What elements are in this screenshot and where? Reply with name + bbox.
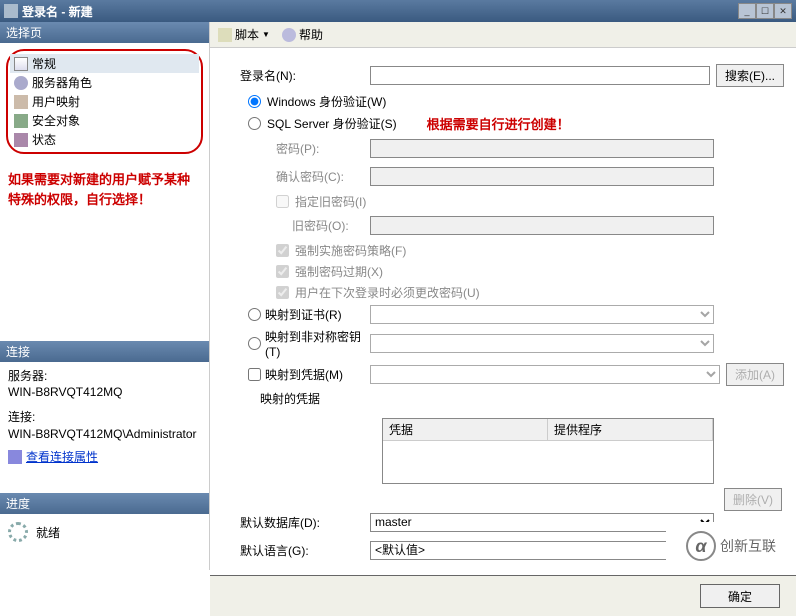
toolbar: 脚本 ▼ 帮助 bbox=[210, 22, 796, 48]
right-panel: 脚本 ▼ 帮助 登录名(N): 搜索(E)... Windows 身份验证(W)… bbox=[210, 22, 796, 570]
confirm-password-input bbox=[370, 167, 714, 186]
sidebar-annotation-note: 如果需要对新建的用户赋予某种特殊的权限，自行选择！ bbox=[0, 160, 209, 219]
auth-sql-radio[interactable] bbox=[248, 117, 261, 130]
help-icon bbox=[282, 28, 296, 42]
db-icon bbox=[8, 450, 22, 464]
map-credential-select bbox=[370, 365, 720, 384]
window-title: 登录名 - 新建 bbox=[22, 3, 93, 20]
mapped-credentials-list[interactable]: 凭据 提供程序 bbox=[382, 418, 714, 484]
sidebar-item-label: 状态 bbox=[32, 131, 56, 148]
provider-column-header: 提供程序 bbox=[548, 419, 713, 440]
enforce-expiration-checkbox bbox=[276, 265, 289, 278]
watermark: α 创新互联 bbox=[666, 522, 796, 570]
enforce-policy-checkbox bbox=[276, 244, 289, 257]
dialog-button-bar: 确定 bbox=[210, 575, 796, 616]
connection-label: 连接: bbox=[8, 409, 201, 426]
confirm-password-label: 确认密码(C): bbox=[230, 168, 370, 185]
left-panel: 选择页 常规 服务器角色 用户映射 安全对象 bbox=[0, 22, 210, 570]
map-certificate-select bbox=[370, 305, 714, 324]
sidebar-item-label: 用户映射 bbox=[32, 93, 80, 110]
delete-credential-button: 删除(V) bbox=[724, 488, 782, 511]
script-label: 脚本 bbox=[235, 26, 259, 43]
must-change-password-checkbox bbox=[276, 286, 289, 299]
state-icon bbox=[14, 133, 28, 147]
help-label: 帮助 bbox=[299, 26, 323, 43]
connection-info: 服务器: WIN-B8RVQT412MQ 连接: WIN-B8RVQT412MQ… bbox=[0, 362, 209, 475]
gear-icon bbox=[14, 76, 28, 90]
must-change-password-label: 用户在下次登录时必须更改密码(U) bbox=[295, 284, 480, 301]
form-annotation-note: 根据需要自行进行创建！ bbox=[427, 114, 570, 133]
watermark-logo-icon: α bbox=[686, 531, 716, 561]
connection-value: WIN-B8RVQT412MQ\Administrator bbox=[8, 426, 201, 443]
map-asymmetric-key-select bbox=[370, 334, 714, 353]
default-language-select[interactable]: <默认值> bbox=[370, 541, 714, 560]
server-label: 服务器: bbox=[8, 368, 201, 385]
window-controls: _ ☐ ✕ bbox=[738, 3, 792, 19]
sidebar-item-user-mapping[interactable]: 用户映射 bbox=[10, 92, 199, 111]
old-password-input bbox=[370, 216, 714, 235]
add-credential-button: 添加(A) bbox=[726, 363, 784, 386]
form-area: 登录名(N): 搜索(E)... Windows 身份验证(W) SQL Ser… bbox=[210, 48, 796, 575]
user-icon bbox=[14, 95, 28, 109]
server-value: WIN-B8RVQT412MQ bbox=[8, 384, 201, 401]
enforce-expiration-label: 强制密码过期(X) bbox=[295, 263, 383, 280]
sidebar-item-status[interactable]: 状态 bbox=[10, 130, 199, 149]
login-name-label: 登录名(N): bbox=[230, 67, 370, 84]
map-certificate-radio[interactable] bbox=[248, 308, 261, 321]
map-asymmetric-key-radio[interactable] bbox=[248, 337, 261, 350]
password-input bbox=[370, 139, 714, 158]
default-language-label: 默认语言(G): bbox=[230, 542, 370, 559]
specify-old-password-label: 指定旧密码(I) bbox=[295, 193, 366, 210]
search-button[interactable]: 搜索(E)... bbox=[716, 64, 784, 87]
window-titlebar: 登录名 - 新建 _ ☐ ✕ bbox=[0, 0, 796, 22]
old-password-label: 旧密码(O): bbox=[230, 217, 370, 234]
sidebar-item-server-roles[interactable]: 服务器角色 bbox=[10, 73, 199, 92]
map-credential-checkbox[interactable] bbox=[248, 368, 261, 381]
sidebar-item-label: 安全对象 bbox=[32, 112, 80, 129]
auth-windows-label: Windows 身份验证(W) bbox=[267, 93, 386, 110]
connection-header: 连接 bbox=[0, 341, 209, 362]
auth-sql-label: SQL Server 身份验证(S) bbox=[267, 115, 397, 132]
credential-column-header: 凭据 bbox=[383, 419, 548, 440]
enforce-policy-label: 强制实施密码策略(F) bbox=[295, 242, 406, 259]
default-database-label: 默认数据库(D): bbox=[230, 514, 370, 531]
sidebar-item-label: 常规 bbox=[32, 55, 56, 72]
map-certificate-label: 映射到证书(R) bbox=[265, 306, 342, 323]
maximize-button[interactable]: ☐ bbox=[756, 3, 774, 19]
chevron-down-icon: ▼ bbox=[262, 30, 270, 39]
view-connection-properties-link[interactable]: 查看连接属性 bbox=[8, 449, 98, 466]
sidebar-item-general[interactable]: 常规 bbox=[10, 54, 199, 73]
watermark-text: 创新互联 bbox=[720, 536, 776, 556]
auth-windows-radio[interactable] bbox=[248, 95, 261, 108]
view-connection-label: 查看连接属性 bbox=[26, 449, 98, 466]
script-icon bbox=[218, 28, 232, 42]
sidebar-circle-annotation: 常规 服务器角色 用户映射 安全对象 状态 bbox=[6, 49, 203, 154]
password-label: 密码(P): bbox=[230, 140, 370, 157]
script-dropdown[interactable]: 脚本 ▼ bbox=[218, 26, 270, 43]
help-button[interactable]: 帮助 bbox=[282, 26, 323, 43]
mapped-credentials-label: 映射的凭据 bbox=[230, 390, 370, 407]
lock-icon bbox=[14, 114, 28, 128]
minimize-button[interactable]: _ bbox=[738, 3, 756, 19]
login-name-input[interactable] bbox=[370, 66, 710, 85]
progress-ring-icon bbox=[8, 522, 28, 542]
map-credential-label: 映射到凭据(M) bbox=[265, 366, 343, 383]
select-page-header: 选择页 bbox=[0, 22, 209, 43]
ok-button[interactable]: 确定 bbox=[700, 584, 780, 608]
progress-header: 进度 bbox=[0, 493, 209, 514]
sidebar-item-label: 服务器角色 bbox=[32, 74, 92, 91]
specify-old-password-checkbox bbox=[276, 195, 289, 208]
app-icon bbox=[4, 4, 18, 18]
page-icon bbox=[14, 57, 28, 71]
default-database-select[interactable]: master bbox=[370, 513, 714, 532]
progress-status: 就绪 bbox=[36, 524, 60, 541]
close-button[interactable]: ✕ bbox=[774, 3, 792, 19]
progress-section: 就绪 bbox=[0, 514, 209, 550]
sidebar-item-securables[interactable]: 安全对象 bbox=[10, 111, 199, 130]
map-asymmetric-key-label: 映射到非对称密钥(T) bbox=[265, 328, 370, 359]
